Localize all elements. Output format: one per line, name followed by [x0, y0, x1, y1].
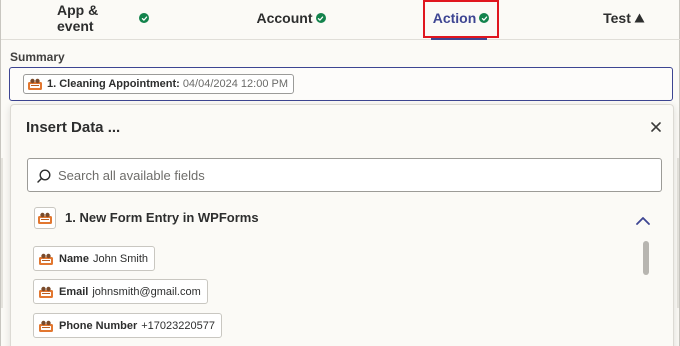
close-icon[interactable] — [649, 120, 663, 134]
zap-editor: App & event Account Action Test Summary — [0, 0, 680, 346]
tab-label: Test — [603, 10, 631, 26]
field-key: Name — [59, 252, 89, 265]
pill-value: 04/04/2024 12:00 PM — [182, 78, 289, 90]
tab-action[interactable]: Action — [431, 0, 491, 36]
tab-account[interactable]: Account — [255, 0, 327, 36]
insert-data-panel: Insert Data ... 1. New Form Entry — [10, 104, 674, 346]
wpforms-logo-icon — [38, 212, 52, 224]
tab-test[interactable]: Test — [597, 0, 651, 36]
scrollbar-thumb[interactable] — [643, 241, 649, 275]
step-tabs: App & event Account Action Test — [1, 0, 680, 40]
wpforms-logo-icon — [28, 78, 42, 90]
field-value: +17023220577 — [141, 319, 215, 332]
background-edge — [677, 158, 679, 308]
active-tab-indicator — [431, 38, 487, 40]
field-pill-name[interactable]: Name John Smith — [33, 246, 155, 271]
tab-label: Action — [432, 10, 477, 26]
chevron-up-icon[interactable] — [635, 216, 651, 226]
app-logo — [34, 207, 56, 229]
search-box[interactable] — [27, 158, 662, 192]
field-key: Email — [59, 285, 89, 298]
check-icon — [139, 13, 149, 23]
background-edge — [1, 158, 3, 308]
summary-label: Summary — [10, 50, 65, 64]
summary-field[interactable]: 1. Cleaning Appointment: 04/04/2024 12:0… — [9, 67, 673, 101]
wpforms-logo-icon — [39, 253, 53, 265]
pill-key: 1. Cleaning Appointment: — [47, 78, 180, 90]
tab-app-event[interactable]: App & event — [57, 0, 149, 36]
field-pill-email[interactable]: Email johnsmith@gmail.com — [33, 279, 208, 304]
tab-label: Account — [256, 10, 313, 26]
panel-title: Insert Data ... — [26, 119, 121, 136]
check-icon — [479, 13, 490, 23]
field-value: John Smith — [92, 252, 148, 265]
tab-label: App & event — [57, 2, 99, 34]
search-icon — [37, 169, 51, 183]
field-key: Phone Number — [59, 319, 138, 332]
section-title: 1. New Form Entry in WPForms — [65, 210, 259, 225]
section-header-wpforms[interactable]: 1. New Form Entry in WPForms — [33, 206, 655, 232]
field-pill-phone[interactable]: Phone Number +17023220577 — [33, 313, 222, 338]
warning-icon — [634, 13, 645, 23]
wpforms-logo-icon — [39, 320, 53, 332]
check-icon — [315, 13, 326, 23]
field-value: johnsmith@gmail.com — [92, 285, 201, 298]
search-input[interactable] — [58, 160, 653, 190]
summary-data-pill[interactable]: 1. Cleaning Appointment: 04/04/2024 12:0… — [23, 74, 295, 94]
wpforms-logo-icon — [39, 286, 53, 298]
